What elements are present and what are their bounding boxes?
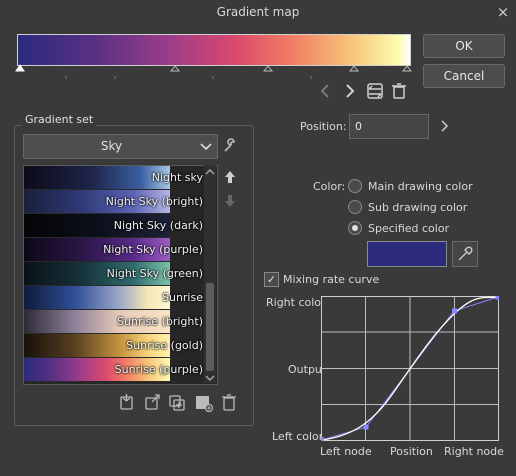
cancel-button[interactable]: Cancel bbox=[423, 64, 505, 88]
gradient-preview-bar[interactable] bbox=[17, 34, 411, 66]
gradient-set-select[interactable]: Sky bbox=[23, 134, 218, 159]
mixing-rate-checkbox[interactable]: ✓ bbox=[264, 272, 279, 287]
gradient-ticks bbox=[17, 70, 409, 79]
gradient-set-selected: Sky bbox=[100, 139, 123, 153]
mixing-curve-graph[interactable] bbox=[319, 294, 501, 442]
gradient-set-toolbar-svg bbox=[120, 394, 236, 413]
color-label: Color: bbox=[313, 180, 346, 193]
ok-button[interactable]: OK bbox=[423, 34, 505, 58]
gradient-swatch bbox=[24, 286, 170, 309]
node-toolbar-svg bbox=[320, 83, 406, 99]
list-item[interactable]: Sunrise (gold) bbox=[24, 334, 205, 358]
duplicate-gradient-icon[interactable] bbox=[169, 395, 185, 411]
move-up-svg bbox=[225, 171, 235, 183]
position-increment-icon[interactable] bbox=[440, 120, 450, 132]
scroll-up-svg bbox=[205, 169, 215, 175]
gradient-swatch bbox=[24, 166, 170, 189]
list-item-label: Sunrise bbox=[161, 291, 203, 304]
list-item-label: Sunrise (gold) bbox=[126, 339, 203, 352]
eyedropper-svg bbox=[458, 246, 473, 261]
curve-node[interactable] bbox=[363, 424, 369, 430]
color-swatch-button[interactable] bbox=[367, 241, 447, 267]
prev-node-icon[interactable] bbox=[320, 84, 329, 98]
close-icon[interactable]: × bbox=[494, 3, 512, 21]
flip-gradient-icon[interactable] bbox=[367, 83, 383, 99]
next-node-icon[interactable] bbox=[346, 84, 355, 98]
delete-gradient-icon[interactable] bbox=[222, 394, 236, 411]
list-item-label: Night Sky (green) bbox=[106, 267, 203, 280]
position-input[interactable]: 0 bbox=[349, 114, 429, 139]
list-item-label: Night Sky (bright) bbox=[105, 195, 203, 208]
list-item[interactable]: Night sky bbox=[24, 166, 205, 190]
export-gradient-icon[interactable] bbox=[145, 394, 160, 410]
curve-x-left-label: Left node bbox=[320, 445, 372, 458]
main-color-radio[interactable] bbox=[348, 179, 362, 193]
node-toolbar bbox=[316, 80, 410, 102]
list-item-label: Sunrise (bright) bbox=[117, 315, 203, 328]
list-item[interactable]: Night Sky (green) bbox=[24, 262, 205, 286]
sub-color-radio[interactable] bbox=[348, 200, 362, 214]
list-item-label: Night sky bbox=[151, 171, 203, 184]
wrench-svg bbox=[224, 138, 235, 152]
position-label: Position: bbox=[300, 120, 347, 133]
specified-color-radio[interactable] bbox=[348, 221, 362, 235]
list-item[interactable]: Sunrise bbox=[24, 286, 205, 310]
list-item[interactable]: Sunrise (bright) bbox=[24, 310, 205, 334]
delete-node-icon[interactable] bbox=[392, 83, 406, 99]
curve-node[interactable] bbox=[495, 294, 501, 300]
curve-node[interactable] bbox=[452, 308, 457, 314]
gradient-set-label: Gradient set bbox=[22, 113, 97, 126]
list-item[interactable]: Sunrise (purple) bbox=[24, 358, 205, 382]
specified-color-option-label: Specified color bbox=[368, 222, 450, 235]
curve-y-top-label: Right color bbox=[266, 296, 326, 309]
main-color-option-label: Main drawing color bbox=[368, 180, 473, 193]
list-item-label: Sunrise (purple) bbox=[114, 363, 203, 376]
list-item-label: Night Sky (dark) bbox=[113, 219, 203, 232]
scrollbar-thumb[interactable] bbox=[206, 283, 214, 371]
list-item[interactable]: Night Sky (purple) bbox=[24, 238, 205, 262]
move-up-icon[interactable] bbox=[223, 170, 237, 184]
position-value: 0 bbox=[355, 120, 362, 133]
dialog-title: Gradient map bbox=[216, 5, 300, 19]
curve-y-bottom-label: Left color bbox=[272, 430, 324, 443]
list-item[interactable]: Night Sky (dark) bbox=[24, 214, 205, 238]
scroll-down-icon[interactable] bbox=[205, 372, 215, 381]
list-item[interactable]: Night Sky (bright) bbox=[24, 190, 205, 214]
eyedropper-icon[interactable] bbox=[452, 241, 478, 267]
move-down-svg bbox=[225, 195, 235, 207]
gradient-set-toolbar bbox=[118, 392, 242, 413]
list-item-label: Night Sky (purple) bbox=[103, 243, 203, 256]
curve-x-right-label: Right node bbox=[444, 445, 504, 458]
move-down-icon[interactable] bbox=[223, 194, 237, 208]
chevron-down-icon bbox=[200, 143, 212, 151]
scroll-down-svg bbox=[205, 375, 215, 381]
add-gradient-icon[interactable] bbox=[120, 394, 133, 410]
curve-x-mid-label: Position bbox=[390, 445, 433, 458]
gradient-list[interactable]: Night sky Night Sky (bright) Night Sky (… bbox=[23, 165, 218, 385]
scroll-up-icon[interactable] bbox=[205, 166, 215, 175]
curve-svg bbox=[319, 294, 501, 442]
position-increment-svg bbox=[441, 120, 449, 132]
add-gradient-set-icon[interactable] bbox=[196, 396, 214, 413]
curve-node[interactable] bbox=[319, 437, 324, 442]
sub-color-option-label: Sub drawing color bbox=[368, 201, 468, 214]
settings-wrench-icon[interactable] bbox=[222, 137, 238, 153]
mixing-rate-label: Mixing rate curve bbox=[283, 273, 380, 286]
